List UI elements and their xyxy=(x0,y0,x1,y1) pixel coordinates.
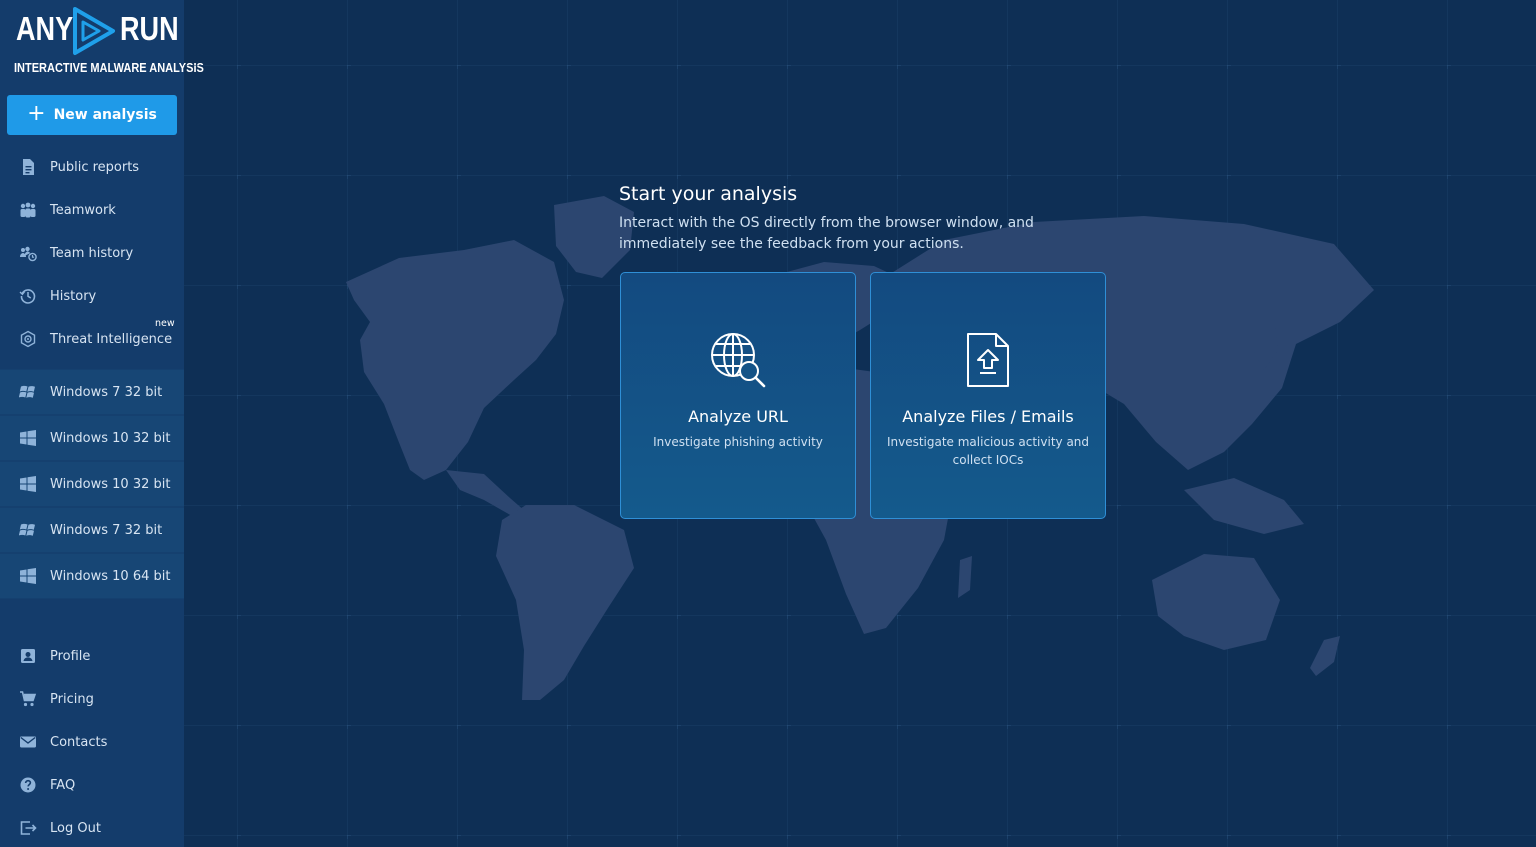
os-item-label: Windows 10 32 bit xyxy=(50,430,171,446)
card-description: Investigate phishing activity xyxy=(653,435,823,449)
sidebar-item-contacts[interactable]: Contacts xyxy=(0,722,184,762)
os-item-label: Windows 7 32 bit xyxy=(50,384,163,400)
history-icon xyxy=(19,289,36,304)
threat-intel-icon xyxy=(20,330,36,348)
new-analysis-button[interactable]: + New analysis xyxy=(7,95,177,135)
sidebar-item-label: Teamwork xyxy=(50,202,116,218)
sidebar-item-logout[interactable]: Log Out xyxy=(0,808,184,847)
windows10-icon xyxy=(20,430,36,446)
analyze-url-card[interactable]: Analyze URL Investigate phishing activit… xyxy=(620,272,856,519)
sidebar-item-history[interactable]: History xyxy=(0,276,184,316)
team-history-icon xyxy=(20,246,37,262)
sidebar-item-label: Profile xyxy=(50,648,91,664)
sidebar-item-team-history[interactable]: Team history xyxy=(0,233,184,273)
sidebar-item-label: FAQ xyxy=(50,777,76,793)
sidebar-item-threat-intelligence[interactable]: Threat Intelligence new xyxy=(0,318,184,359)
globe-search-icon xyxy=(711,333,766,388)
sidebar: ANY RUN INTERACTIVE MALWARE ANALYSIS + N… xyxy=(0,0,204,847)
document-icon xyxy=(23,159,34,175)
sidebar-item-label: Team history xyxy=(50,245,134,261)
os-list: Windows 7 32 bit Windows 10 32 bit Windo… xyxy=(0,369,184,599)
new-analysis-label: New analysis xyxy=(53,107,157,123)
sidebar-item-label: Threat Intelligence xyxy=(50,331,173,347)
sidebar-item-label: Contacts xyxy=(50,734,108,750)
profile-icon xyxy=(21,649,35,663)
main-area: Start your analysis Interact with the OS… xyxy=(184,0,1536,847)
cart-icon xyxy=(20,691,37,707)
logo-tagline: INTERACTIVE MALWARE ANALYSIS xyxy=(14,61,204,75)
sidebar-item-label: Public reports xyxy=(50,159,140,175)
logo-word-run: RUN xyxy=(120,10,179,47)
play-logo-icon xyxy=(73,7,115,55)
os-item-label: Windows 10 64 bit xyxy=(50,568,171,584)
sidebar-item-label: Pricing xyxy=(50,691,94,707)
windows10-icon xyxy=(20,476,36,492)
mail-icon xyxy=(20,736,36,748)
os-item-win7-32[interactable]: Windows 7 32 bit xyxy=(0,370,184,414)
sidebar-item-label: History xyxy=(50,288,97,304)
os-item-win7-32-b[interactable]: Windows 7 32 bit xyxy=(0,508,184,552)
os-item-win10-32-b[interactable]: Windows 10 32 bit xyxy=(0,462,184,506)
windows7-icon xyxy=(19,385,35,398)
os-item-win10-32-a[interactable]: Windows 10 32 bit xyxy=(0,416,184,460)
question-icon xyxy=(20,777,36,793)
brand-logo[interactable]: ANY RUN INTERACTIVE MALWARE ANALYSIS xyxy=(0,0,204,86)
windows7-icon xyxy=(19,523,35,536)
sidebar-item-profile[interactable]: Profile xyxy=(0,636,184,676)
os-item-label: Windows 10 32 bit xyxy=(50,476,171,492)
card-title: Analyze Files / Emails xyxy=(902,407,1074,426)
world-map-background xyxy=(184,0,1536,847)
card-description: Investigate malicious activity and colle… xyxy=(886,435,1090,467)
sidebar-item-pricing[interactable]: Pricing xyxy=(0,679,184,719)
card-title: Analyze URL xyxy=(688,407,788,426)
team-icon xyxy=(20,202,36,218)
windows10-icon xyxy=(20,568,36,584)
sidebar-item-label: Log Out xyxy=(50,820,101,836)
logo-word-any: ANY xyxy=(16,10,74,47)
sidebar-item-teamwork[interactable]: Teamwork xyxy=(0,190,184,230)
analyze-files-card[interactable]: Analyze Files / Emails Investigate malic… xyxy=(870,272,1106,519)
file-upload-icon xyxy=(967,333,1009,387)
page-title: Start your analysis xyxy=(619,183,798,205)
os-item-win10-64[interactable]: Windows 10 64 bit xyxy=(0,554,184,598)
page-subtitle: Interact with the OS directly from the b… xyxy=(619,215,1034,252)
sidebar-item-public-reports[interactable]: Public reports xyxy=(0,147,184,187)
sidebar-item-faq[interactable]: FAQ xyxy=(0,765,184,805)
logout-icon xyxy=(20,821,37,835)
new-badge: new xyxy=(155,318,175,329)
os-item-label: Windows 7 32 bit xyxy=(50,522,163,538)
plus-icon: + xyxy=(27,101,46,126)
